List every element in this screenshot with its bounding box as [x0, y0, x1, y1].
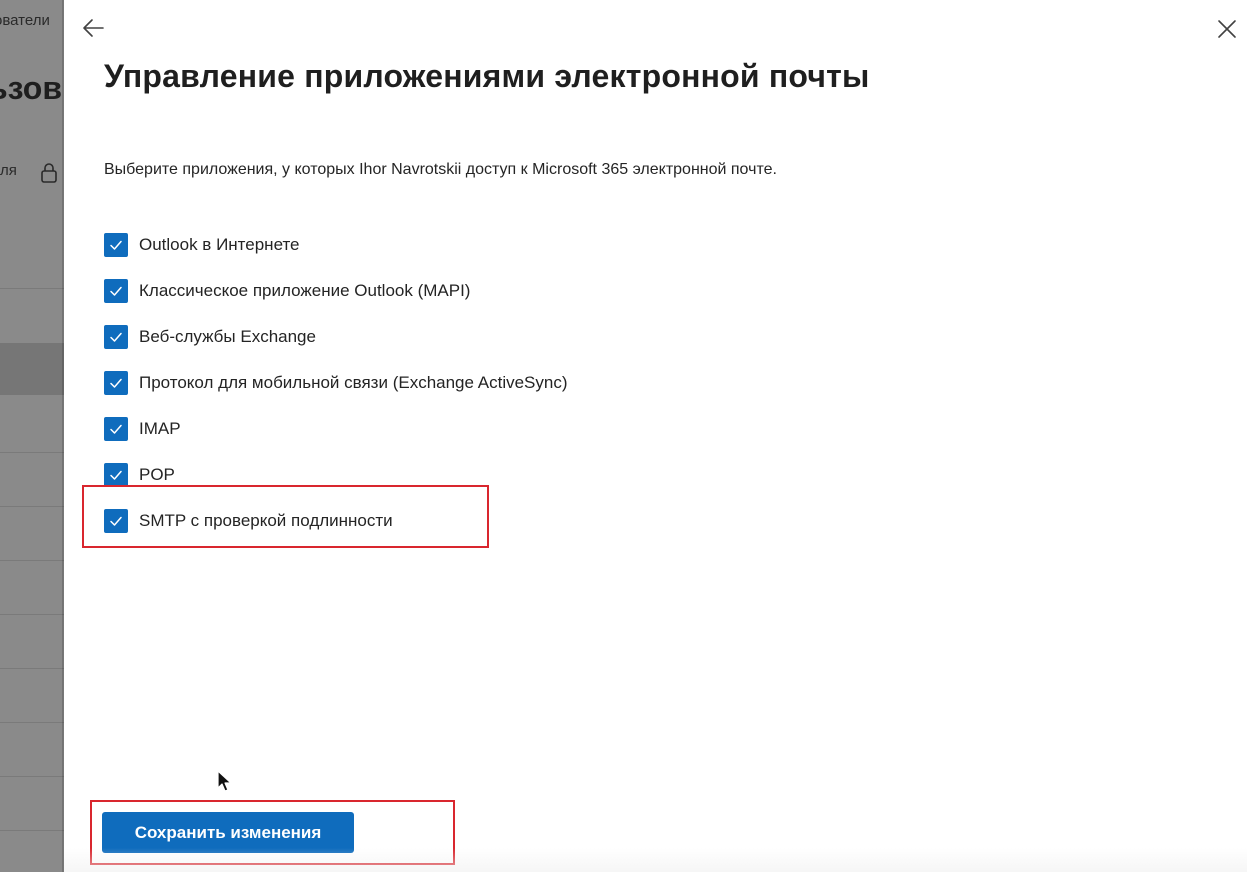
checkmark-icon — [110, 240, 122, 250]
arrow-left-icon — [83, 19, 104, 37]
email-apps-panel: Управление приложениями электронной почт… — [64, 0, 1247, 872]
checkbox-checked[interactable] — [104, 279, 128, 303]
background-breadcrumb: ователи — [0, 12, 50, 29]
checkbox-imap[interactable]: IMAP — [104, 406, 568, 452]
background-filter-label: ля — [0, 162, 17, 179]
checkmark-icon — [110, 332, 122, 342]
checkmark-icon — [110, 424, 122, 434]
background-row-divider — [0, 560, 64, 561]
background-row-divider — [0, 830, 64, 831]
checkbox-label: Outlook в Интернете — [139, 235, 300, 254]
checkbox-label: Веб-службы Exchange — [139, 327, 316, 346]
checkbox-checked[interactable] — [104, 233, 128, 257]
screen: ователи ьзов ля Управление прило — [0, 0, 1247, 872]
background-row-divider — [0, 668, 64, 669]
background-row-divider — [0, 506, 64, 507]
background-row-divider — [0, 452, 64, 453]
checkbox-checked[interactable] — [104, 463, 128, 487]
checkbox-outlook-mapi[interactable]: Классическое приложение Outlook (MAPI) — [104, 268, 568, 314]
checkbox-label: Протокол для мобильной связи (Exchange A… — [139, 373, 568, 392]
checkbox-checked[interactable] — [104, 325, 128, 349]
background-selected-row — [0, 343, 64, 395]
background-page-overlay: ователи ьзов ля — [0, 0, 64, 872]
checkbox-label: IMAP — [139, 419, 181, 438]
close-icon — [1218, 20, 1236, 38]
checkbox-exchange-web-services[interactable]: Веб-службы Exchange — [104, 314, 568, 360]
save-highlight-box — [90, 800, 455, 865]
background-row-divider — [0, 722, 64, 723]
checkbox-label: POP — [139, 465, 175, 484]
back-button[interactable] — [80, 14, 108, 42]
panel-title: Управление приложениями электронной почт… — [104, 58, 870, 94]
background-row-divider — [0, 614, 64, 615]
checkmark-icon — [110, 378, 122, 388]
panel-description: Выберите приложения, у которых Ihor Navr… — [104, 161, 777, 178]
checkbox-checked[interactable] — [104, 417, 128, 441]
checkbox-outlook-web[interactable]: Outlook в Интернете — [104, 222, 568, 268]
background-page-title: ьзов — [0, 70, 62, 106]
lock-icon — [41, 163, 57, 183]
checkbox-label: Классическое приложение Outlook (MAPI) — [139, 281, 471, 300]
background-row-divider — [0, 776, 64, 777]
checkbox-checked[interactable] — [104, 371, 128, 395]
checkmark-icon — [110, 286, 122, 296]
checkmark-icon — [110, 470, 122, 480]
background-row-divider — [0, 288, 64, 289]
smtp-highlight-box — [82, 485, 489, 548]
close-button[interactable] — [1214, 16, 1240, 42]
checkbox-activesync[interactable]: Протокол для мобильной связи (Exchange A… — [104, 360, 568, 406]
